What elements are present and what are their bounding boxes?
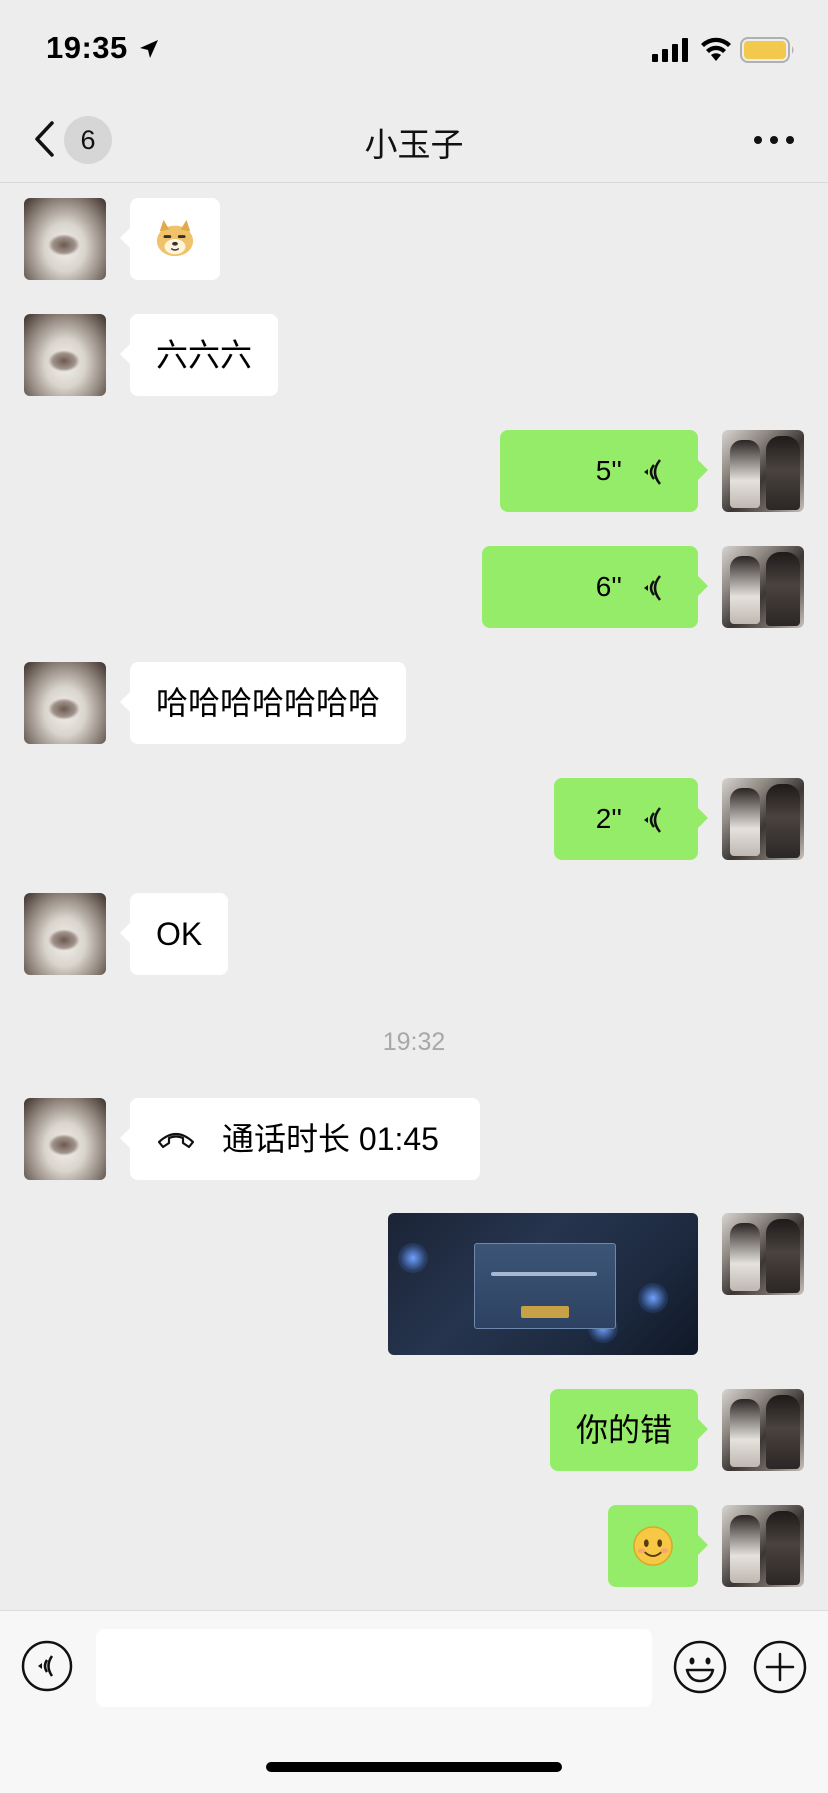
image-dialog	[474, 1243, 616, 1329]
avatar-figure	[766, 552, 800, 626]
status-bar: 19:35	[0, 0, 828, 96]
chat-header: 6 小玉子	[0, 96, 828, 183]
avatar-figure	[730, 1223, 760, 1291]
voice-message-bubble[interactable]: 2''	[554, 778, 708, 860]
battery-icon	[740, 37, 794, 63]
wifi-icon	[701, 37, 731, 61]
avatar-figure	[730, 788, 760, 856]
sticker-bubble[interactable]	[120, 198, 220, 280]
doge-emoji-icon	[156, 219, 194, 257]
cellular-signal-icon	[652, 38, 688, 62]
chat-title: 小玉子	[364, 126, 464, 163]
more-icon	[754, 136, 762, 144]
friend-avatar[interactable]	[24, 198, 106, 280]
back-button[interactable]: 6	[26, 114, 126, 164]
avatar-figure	[766, 1511, 800, 1585]
friend-avatar[interactable]	[24, 1098, 106, 1180]
text-bubble[interactable]: 哈哈哈哈哈哈哈	[119, 662, 407, 744]
home-indicator[interactable]	[266, 1762, 562, 1772]
avatar-figure	[766, 1219, 800, 1293]
avatar-figure	[730, 1399, 760, 1467]
avatar-face	[48, 234, 80, 256]
voice-wave-icon	[644, 807, 661, 833]
image-dialog-text	[491, 1272, 597, 1276]
call-duration-text: 通话时长 01:45	[222, 1121, 439, 1157]
text-bubble[interactable]: 六六六	[119, 314, 279, 396]
voice-input-icon[interactable]	[20, 1639, 74, 1693]
more-button[interactable]	[750, 116, 800, 162]
avatar-face	[48, 698, 80, 720]
message-input[interactable]	[96, 1629, 652, 1707]
message-timestamp: 19:32	[382, 1028, 446, 1056]
friend-avatar[interactable]	[24, 893, 106, 975]
chevron-left-icon	[35, 121, 54, 157]
avatar-figure	[730, 1515, 760, 1583]
my-avatar[interactable]	[722, 430, 804, 512]
voice-wave-icon	[644, 575, 661, 601]
avatar-face	[48, 1134, 80, 1156]
friend-avatar[interactable]	[24, 662, 106, 744]
voice-message-bubble[interactable]: 5''	[500, 430, 708, 512]
avatar-face	[48, 350, 80, 372]
plus-icon[interactable]	[752, 1639, 808, 1695]
image-detail	[638, 1283, 668, 1313]
status-time: 19:35	[46, 30, 128, 65]
image-dialog-button	[521, 1306, 569, 1318]
more-icon-dot	[786, 136, 794, 144]
more-icon-dot	[770, 136, 778, 144]
my-avatar[interactable]	[722, 1389, 804, 1471]
phone-hangup-icon	[157, 1132, 195, 1149]
image-message[interactable]	[388, 1213, 698, 1355]
my-avatar[interactable]	[722, 1505, 804, 1587]
voice-duration: 6''	[595, 571, 622, 602]
my-avatar[interactable]	[722, 546, 804, 628]
voice-duration: 2''	[595, 803, 622, 834]
avatar-figure	[766, 1395, 800, 1469]
location-arrow-icon	[140, 40, 158, 58]
text-bubble[interactable]: OK	[119, 893, 229, 975]
voice-duration: 5''	[595, 455, 622, 486]
text-bubble[interactable]: 你的错	[549, 1389, 709, 1471]
friend-avatar[interactable]	[24, 314, 106, 396]
call-record-bubble[interactable]: 通话时长 01:45	[120, 1098, 480, 1180]
avatar-figure	[730, 556, 760, 624]
smile-emoji-icon	[633, 1526, 673, 1566]
voice-wave-icon	[644, 459, 661, 485]
image-detail	[398, 1243, 428, 1273]
voice-message-bubble[interactable]: 6''	[482, 546, 708, 628]
my-avatar[interactable]	[722, 1213, 804, 1295]
avatar-figure	[766, 784, 800, 858]
avatar-figure	[730, 440, 760, 508]
avatar-figure	[766, 436, 800, 510]
unread-count-badge: 6	[64, 116, 112, 164]
emoji-icon[interactable]	[672, 1639, 728, 1695]
avatar-face	[48, 929, 80, 951]
my-avatar[interactable]	[722, 778, 804, 860]
sticker-bubble[interactable]	[608, 1505, 708, 1587]
